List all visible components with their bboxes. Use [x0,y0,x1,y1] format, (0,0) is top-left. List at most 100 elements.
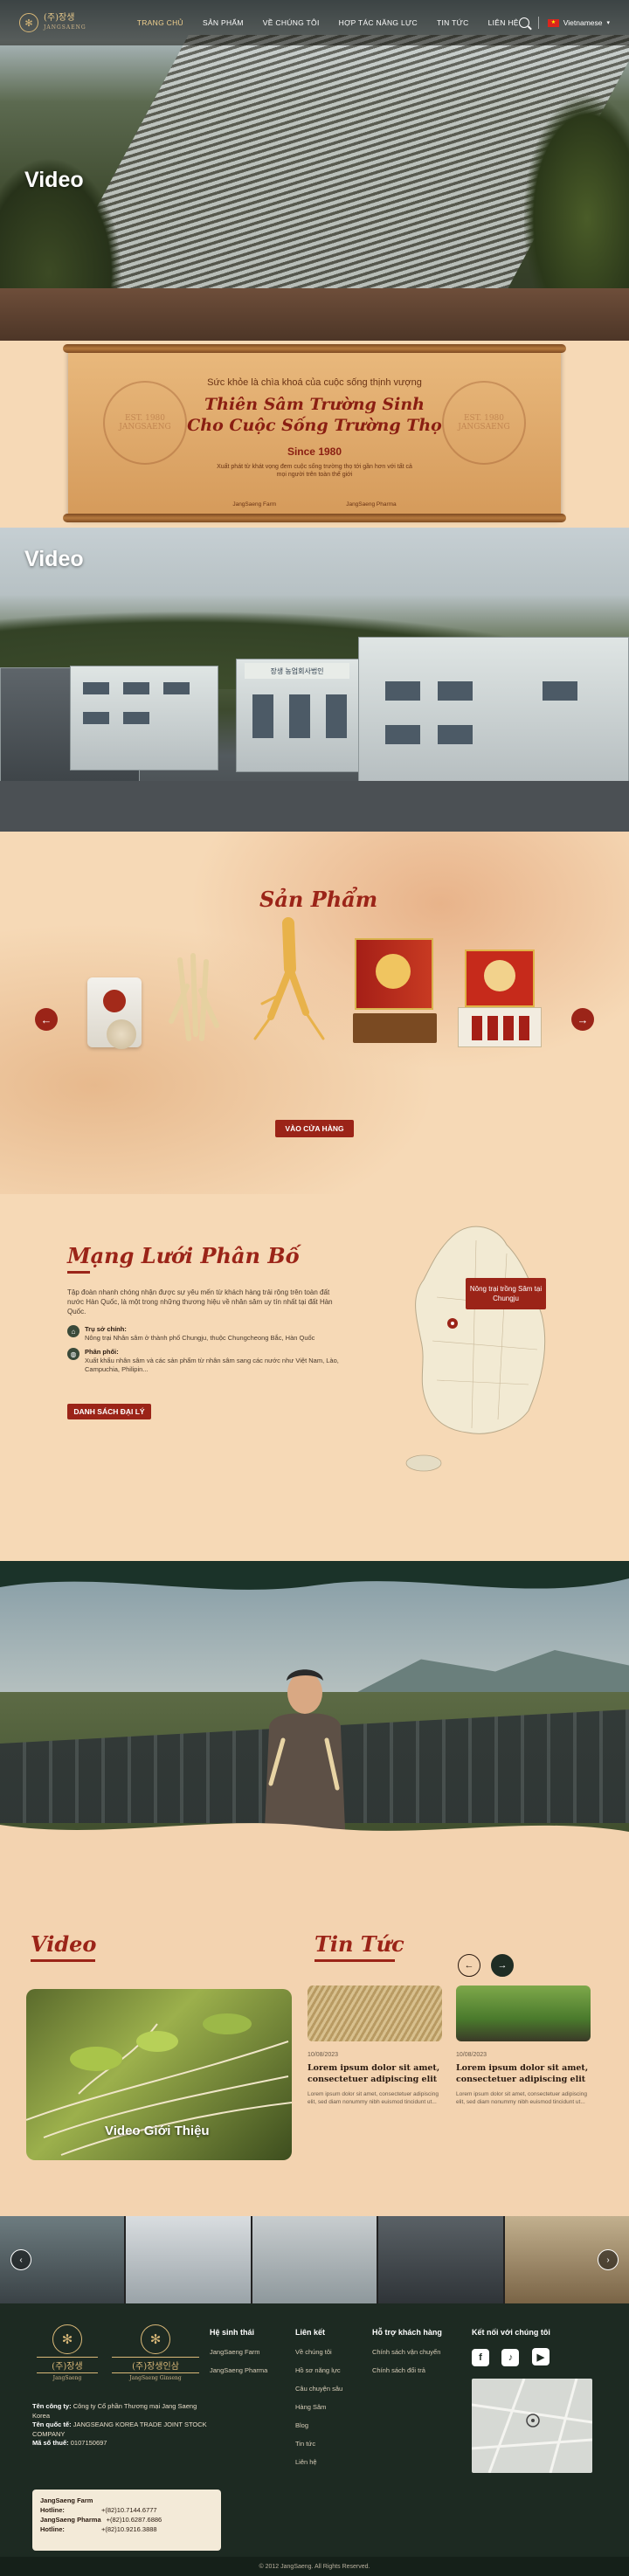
youtube-icon[interactable]: ▶ [531,2348,550,2365]
gallery-next-button[interactable]: › [598,2249,619,2270]
nav-item-about[interactable]: VỀ CHÚNG TÔI [263,18,320,27]
footer-link[interactable]: Hàng Sâm [295,2403,342,2411]
section-title-video: Video [31,1931,97,1957]
footer-col-links: Liên kết Về chúng tôi Hồ sơ năng lực Câu… [295,2328,342,2476]
building-mid-left [70,666,218,770]
gallery-image[interactable] [252,2216,377,2303]
scroll-heading-1: Thiên Sâm Trường Sinh [204,395,425,414]
export-text: Xuất khẩu nhân sâm và các sản phẩm từ nh… [85,1357,339,1373]
dealer-list-button[interactable]: DANH SÁCH ĐẠI LÝ [67,1404,151,1419]
hotline-number[interactable]: +(82)10.9216.3888 [101,2524,157,2534]
video-news-section: Video Video Giới Thiệu Tin Tức ← → 10/08… [0,1849,629,2216]
footer-link[interactable]: JangSaeng Farm [210,2348,267,2356]
nav-item-home[interactable]: TRANG CHỦ [137,18,183,27]
hotline-number[interactable]: +(82)10.6287.6886 [107,2515,162,2524]
carousel-next-button[interactable]: → [571,1008,594,1031]
hotline-name: JangSaeng Farm [40,2497,93,2504]
product-ginseng-pack[interactable] [87,977,142,1049]
vietnam-flag-icon [547,18,559,27]
footer-link[interactable]: Blog [295,2421,342,2429]
news-headline[interactable]: Lorem ipsum dolor sit amet, consectetuer… [456,2062,591,2085]
logo[interactable]: ✻ (주)장생 JANGSAENG [19,13,86,32]
video-title: Video [24,547,84,571]
news-excerpt: Lorem ipsum dolor sit amet, consectetuer… [308,2091,439,2105]
footer-link[interactable]: Chính sách vận chuyển [372,2348,442,2356]
hero-video-2[interactable]: 장생 농업회사법인 Video [0,528,629,832]
tax-value: 0107150697 [70,2439,107,2447]
footer-map[interactable] [472,2379,592,2473]
chevron-down-icon: ▾ [606,20,610,26]
korea-map [405,1226,546,1472]
road [0,288,629,341]
news-card-2[interactable]: 10/08/2023 Lorem ipsum dolor sit amet, c… [456,1986,591,2106]
logo-icon: ✻ [52,2324,82,2354]
footer-logo-1[interactable]: ✻ (주)장생 JangSaeng [37,2324,98,2382]
nav-item-capability[interactable]: HỢP TÁC NĂNG LỰC [339,18,418,27]
product-red-ginseng-set[interactable] [458,950,542,1047]
building-right [358,637,629,785]
footer-link[interactable]: Liên hệ [295,2458,342,2466]
footer-link[interactable]: Tin tức [295,2440,342,2448]
footer-logo-2[interactable]: ✻ (주)장생인삼 JangSaeng Ginseng [112,2324,199,2382]
hotline-label: Hotline: [40,2525,65,2533]
carousel-prev-button[interactable]: ← [35,1008,58,1031]
logo-icon: ✻ [19,13,38,32]
news-prev-button[interactable]: ← [458,1954,480,1977]
section-title-products: Sản Phẩm [259,887,378,912]
footer-col-title: Liên kết [295,2328,326,2337]
product-fresh-ginseng-root[interactable] [245,916,332,1047]
news-date: 10/08/2023 [456,2052,487,2058]
product-dried-ginseng-roots[interactable] [162,951,224,1047]
nav-item-news[interactable]: TIN TỨC [437,18,469,27]
footer-logo-2-title: (주)장생인삼 [112,2357,199,2373]
shop-button[interactable]: VÀO CỬA HÀNG [275,1120,354,1137]
main-nav: TRANG CHỦ SẢN PHẨM VỀ CHÚNG TÔI HỢP TÁC … [137,18,519,27]
news-card-1[interactable]: 10/08/2023 Lorem ipsum dolor sit amet, c… [308,1986,442,2106]
search-icon[interactable] [518,17,529,28]
video-card-label: Video Giới Thiệu [105,2124,210,2138]
news-excerpt: Lorem ipsum dolor sit amet, consectetuer… [456,2091,587,2105]
site-footer: ✻ (주)장생 JangSaeng ✻ (주)장생인삼 JangSaeng Gi… [0,2303,629,2576]
language-selector[interactable]: Vietnamese ▾ [547,18,610,27]
hq-text: Nông trại Nhân sâm ở thành phố Chungju, … [85,1334,315,1342]
footer-link[interactable]: Câu chuyện sâu [295,2385,342,2393]
copyright: © 2012 JangSaeng. All Rights Reserved. [0,2557,629,2576]
footer-link[interactable]: Chính sách đổi trả [372,2366,442,2374]
gallery-prev-button[interactable]: ‹ [10,2249,31,2270]
company-label: Tên công ty: [32,2402,72,2410]
globe-icon: ◍ [67,1348,79,1360]
scroll-subtitle: Sức khỏe là chìa khoá của cuộc sống thịn… [207,377,422,388]
map-image [472,2379,592,2473]
tiktok-icon[interactable]: ♪ [501,2348,520,2366]
nav-item-products[interactable]: SẢN PHẨM [203,18,244,27]
intro-video-card[interactable]: Video Giới Thiệu [26,1989,292,2160]
tax-label: Mã số thuế: [32,2439,69,2447]
gallery-image[interactable] [126,2216,251,2303]
gallery-image[interactable] [378,2216,503,2303]
page: Video ✻ (주)장생 JANGSAENG TRANG CHỦ SẢN PH… [0,0,629,2576]
footer-col-ecosystem: Hệ sinh thái JangSaeng Farm JangSaeng Ph… [210,2328,267,2385]
scroll-banner: EST. 1980 JANGSAENG EST. 1980 JANGSAENG … [63,344,566,522]
news-image [308,1986,442,2041]
facebook-icon[interactable]: f [472,2348,489,2366]
news-image [456,1986,591,2041]
section-title-distribution: Mạng Lưới Phân Bố [67,1243,300,1268]
news-headline[interactable]: Lorem ipsum dolor sit amet, consectetuer… [308,2062,442,2085]
news-next-button[interactable]: → [491,1954,514,1977]
footer-link[interactable]: Hồ sơ năng lực [295,2366,342,2374]
farmer-video[interactable] [0,1561,629,1849]
export-title: Phân phối: [85,1348,119,1356]
distribution-item-hq: ⌂ Trụ sở chính: Nông trại Nhân sâm ở thàn… [67,1325,356,1343]
hotline-number[interactable]: +(82)10.7144.6777 [101,2505,157,2515]
footer-link[interactable]: JangSaeng Pharma [210,2366,267,2374]
title-underline [31,1959,95,1962]
nav-item-contact[interactable]: LIÊN HỆ [488,18,519,27]
product-ginseng-gift-box[interactable] [353,938,437,1047]
hero-video-1[interactable]: Video [0,0,629,341]
site-header: ✻ (주)장생 JANGSAENG TRANG CHỦ SẢN PHẨM VỀ … [0,0,629,45]
company-info: Tên công ty: Công ty Cổ phần Thương mại … [32,2402,207,2448]
title-underline [67,1271,90,1274]
footer-link[interactable]: Về chúng tôi [295,2348,342,2356]
yard [0,781,629,832]
footer-col-title: Hệ sinh thái [210,2328,255,2337]
